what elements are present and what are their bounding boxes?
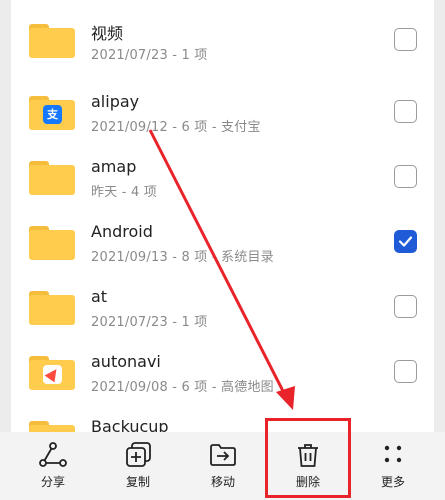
- file-name: at: [91, 287, 108, 306]
- file-name: alipay: [91, 92, 140, 111]
- list-item[interactable]: Backucup: [11, 403, 434, 432]
- amap-icon: [43, 365, 62, 384]
- move-button[interactable]: 移动: [193, 440, 253, 496]
- share-label: 分享: [40, 475, 65, 489]
- select-checkbox[interactable]: [394, 360, 417, 383]
- move-icon: [210, 444, 236, 466]
- copy-button[interactable]: 复制: [108, 440, 168, 496]
- more-button[interactable]: 更多: [363, 440, 423, 496]
- select-checkbox[interactable]: [394, 165, 417, 188]
- list-item[interactable]: amap 昨天 - 4 项: [11, 143, 434, 208]
- alipay-icon: 支: [43, 105, 62, 124]
- file-list: 视频 2021/07/23 - 1 项 支 alipay 2021/09/12 …: [11, 0, 434, 432]
- file-name: Android: [91, 222, 153, 241]
- list-item[interactable]: at 2021/07/23 - 1 项: [11, 273, 434, 338]
- file-meta: 2021/09/08 - 6 项 - 高德地图: [91, 380, 274, 395]
- file-name: autonavi: [91, 352, 161, 371]
- select-checkbox-checked[interactable]: [394, 230, 417, 253]
- list-item[interactable]: 支 alipay 2021/09/12 - 6 项 - 支付宝: [11, 78, 434, 143]
- folder-icon: [29, 161, 75, 195]
- list-item[interactable]: Android 2021/09/13 - 8 项 - 系统目录: [11, 208, 434, 273]
- folder-icon: 支: [29, 96, 75, 130]
- folder-icon: [29, 356, 75, 390]
- share-icon: [39, 442, 67, 467]
- file-meta: 2021/09/12 - 6 项 - 支付宝: [91, 120, 261, 135]
- move-label: 移动: [210, 475, 235, 489]
- delete-highlight-box: [265, 418, 351, 498]
- more-label: 更多: [380, 475, 405, 489]
- file-meta: 昨天 - 4 项: [91, 185, 157, 200]
- select-checkbox[interactable]: [394, 295, 417, 318]
- checkmark-icon: [398, 236, 413, 247]
- more-icon: [384, 445, 402, 463]
- file-name: amap: [91, 157, 137, 176]
- select-checkbox[interactable]: [394, 100, 417, 123]
- folder-icon: [29, 24, 75, 58]
- copy-icon: [126, 442, 151, 467]
- file-name: Backucup: [91, 417, 169, 432]
- folder-icon: [29, 226, 75, 260]
- file-name: 视频: [91, 24, 124, 43]
- file-meta: 2021/07/23 - 1 项: [91, 315, 208, 330]
- share-button[interactable]: 分享: [23, 440, 83, 496]
- folder-icon: [29, 421, 75, 432]
- copy-label: 复制: [125, 475, 150, 489]
- select-checkbox[interactable]: [394, 28, 417, 51]
- bottom-toolbar: 分享 复制 移动 删除 更多: [0, 432, 445, 500]
- file-meta: 2021/09/13 - 8 项 - 系统目录: [91, 250, 274, 265]
- file-meta: 2021/07/23 - 1 项: [91, 48, 208, 63]
- folder-icon: [29, 291, 75, 325]
- list-item[interactable]: 视频 2021/07/23 - 1 项: [11, 6, 434, 71]
- list-item[interactable]: autonavi 2021/09/08 - 6 项 - 高德地图: [11, 338, 434, 403]
